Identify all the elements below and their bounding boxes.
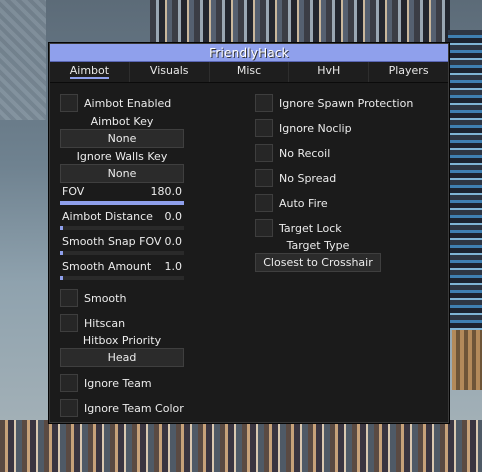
target-lock-label: Target Lock — [279, 221, 342, 235]
ignore-noclip-row: Ignore Noclip — [255, 118, 352, 138]
tab-misc[interactable]: Misc — [210, 62, 290, 82]
tab-aimbot[interactable]: Aimbot — [50, 62, 130, 82]
ignore-noclip-checkbox[interactable] — [255, 119, 273, 137]
hitscan-row: Hitscan — [60, 313, 125, 333]
tab-bar: Aimbot Visuals Misc HvH Players — [50, 62, 448, 83]
ignore-team-color-checkbox[interactable] — [60, 399, 78, 417]
hitscan-checkbox[interactable] — [60, 314, 78, 332]
smooth-amount-slider[interactable]: Smooth Amount 1.0 — [60, 260, 184, 280]
smooth-checkbox[interactable] — [60, 289, 78, 307]
ignore-spawn-protection-row: Ignore Spawn Protection — [255, 93, 413, 113]
smooth-amount-value: 1.0 — [164, 260, 183, 273]
ignore-spawn-protection-label: Ignore Spawn Protection — [279, 96, 414, 110]
ignore-noclip-label: Ignore Noclip — [279, 121, 352, 135]
smooth-snap-fov-value: 0.0 — [164, 235, 183, 248]
hitscan-label: Hitscan — [84, 316, 126, 330]
smooth-snap-fov-knob[interactable] — [60, 251, 63, 255]
smooth-snap-fov-slider[interactable]: Smooth Snap FOV 0.0 — [60, 235, 184, 255]
target-type-dropdown[interactable]: Closest to Crosshair — [255, 253, 381, 272]
active-tab-underline — [70, 77, 109, 79]
aimbot-distance-slider[interactable]: Aimbot Distance 0.0 — [60, 210, 184, 230]
auto-fire-row: Auto Fire — [255, 193, 328, 213]
target-type-label: Target Type — [286, 239, 350, 252]
target-lock-checkbox[interactable] — [255, 219, 273, 237]
aimbot-key-label: Aimbot Key — [90, 115, 154, 128]
auto-fire-checkbox[interactable] — [255, 194, 273, 212]
ignore-team-checkbox[interactable] — [60, 374, 78, 392]
fov-label: FOV — [62, 185, 85, 198]
aimbot-enabled-label: Aimbot Enabled — [84, 96, 172, 110]
smooth-amount-track[interactable] — [60, 276, 184, 280]
no-spread-row: No Spread — [255, 168, 336, 188]
fov-value: 180.0 — [150, 185, 183, 198]
aimbot-distance-knob[interactable] — [60, 226, 63, 230]
aimbot-key-button[interactable]: None — [60, 129, 184, 148]
smooth-amount-knob[interactable] — [60, 276, 63, 280]
ignore-team-color-row: Ignore Team Color — [60, 398, 184, 418]
tab-hvh[interactable]: HvH — [289, 62, 370, 82]
smooth-snap-fov-track[interactable] — [60, 251, 184, 255]
auto-fire-label: Auto Fire — [279, 196, 328, 210]
ignore-team-label: Ignore Team — [84, 376, 152, 390]
ignore-spawn-protection-checkbox[interactable] — [255, 94, 273, 112]
no-recoil-label: No Recoil — [279, 146, 331, 160]
hitbox-priority-label: Hitbox Priority — [82, 334, 162, 347]
ignore-walls-key-button[interactable]: None — [60, 164, 184, 183]
cheat-menu-window: FriendlyHack Aimbot Visuals Misc HvH Pla… — [48, 42, 450, 424]
ignore-team-color-label: Ignore Team Color — [84, 401, 184, 415]
smooth-amount-label: Smooth Amount — [62, 260, 152, 273]
smooth-row: Smooth — [60, 288, 126, 308]
no-recoil-checkbox[interactable] — [255, 144, 273, 162]
tab-players[interactable]: Players — [369, 62, 448, 82]
aimbot-enabled-checkbox[interactable] — [60, 94, 78, 112]
fov-slider[interactable]: FOV 180.0 — [60, 185, 184, 205]
window-title: FriendlyHack — [209, 45, 289, 60]
smooth-snap-fov-label: Smooth Snap FOV — [62, 235, 162, 248]
tab-visuals[interactable]: Visuals — [130, 62, 210, 82]
aimbot-distance-value: 0.0 — [164, 210, 183, 223]
ignore-walls-key-label: Ignore Walls Key — [76, 150, 168, 163]
smooth-label: Smooth — [84, 291, 127, 305]
hitbox-priority-dropdown[interactable]: Head — [60, 348, 184, 367]
no-spread-label: No Spread — [279, 171, 337, 185]
aimbot-distance-label: Aimbot Distance — [62, 210, 153, 223]
aimbot-enabled-row: Aimbot Enabled — [60, 93, 171, 113]
no-spread-checkbox[interactable] — [255, 169, 273, 187]
target-lock-row: Target Lock — [255, 218, 342, 238]
window-titlebar[interactable]: FriendlyHack — [50, 44, 448, 62]
no-recoil-row: No Recoil — [255, 143, 330, 163]
ignore-team-row: Ignore Team — [60, 373, 152, 393]
aimbot-distance-track[interactable] — [60, 226, 184, 230]
fov-fill — [60, 201, 184, 205]
fov-track[interactable] — [60, 201, 184, 205]
